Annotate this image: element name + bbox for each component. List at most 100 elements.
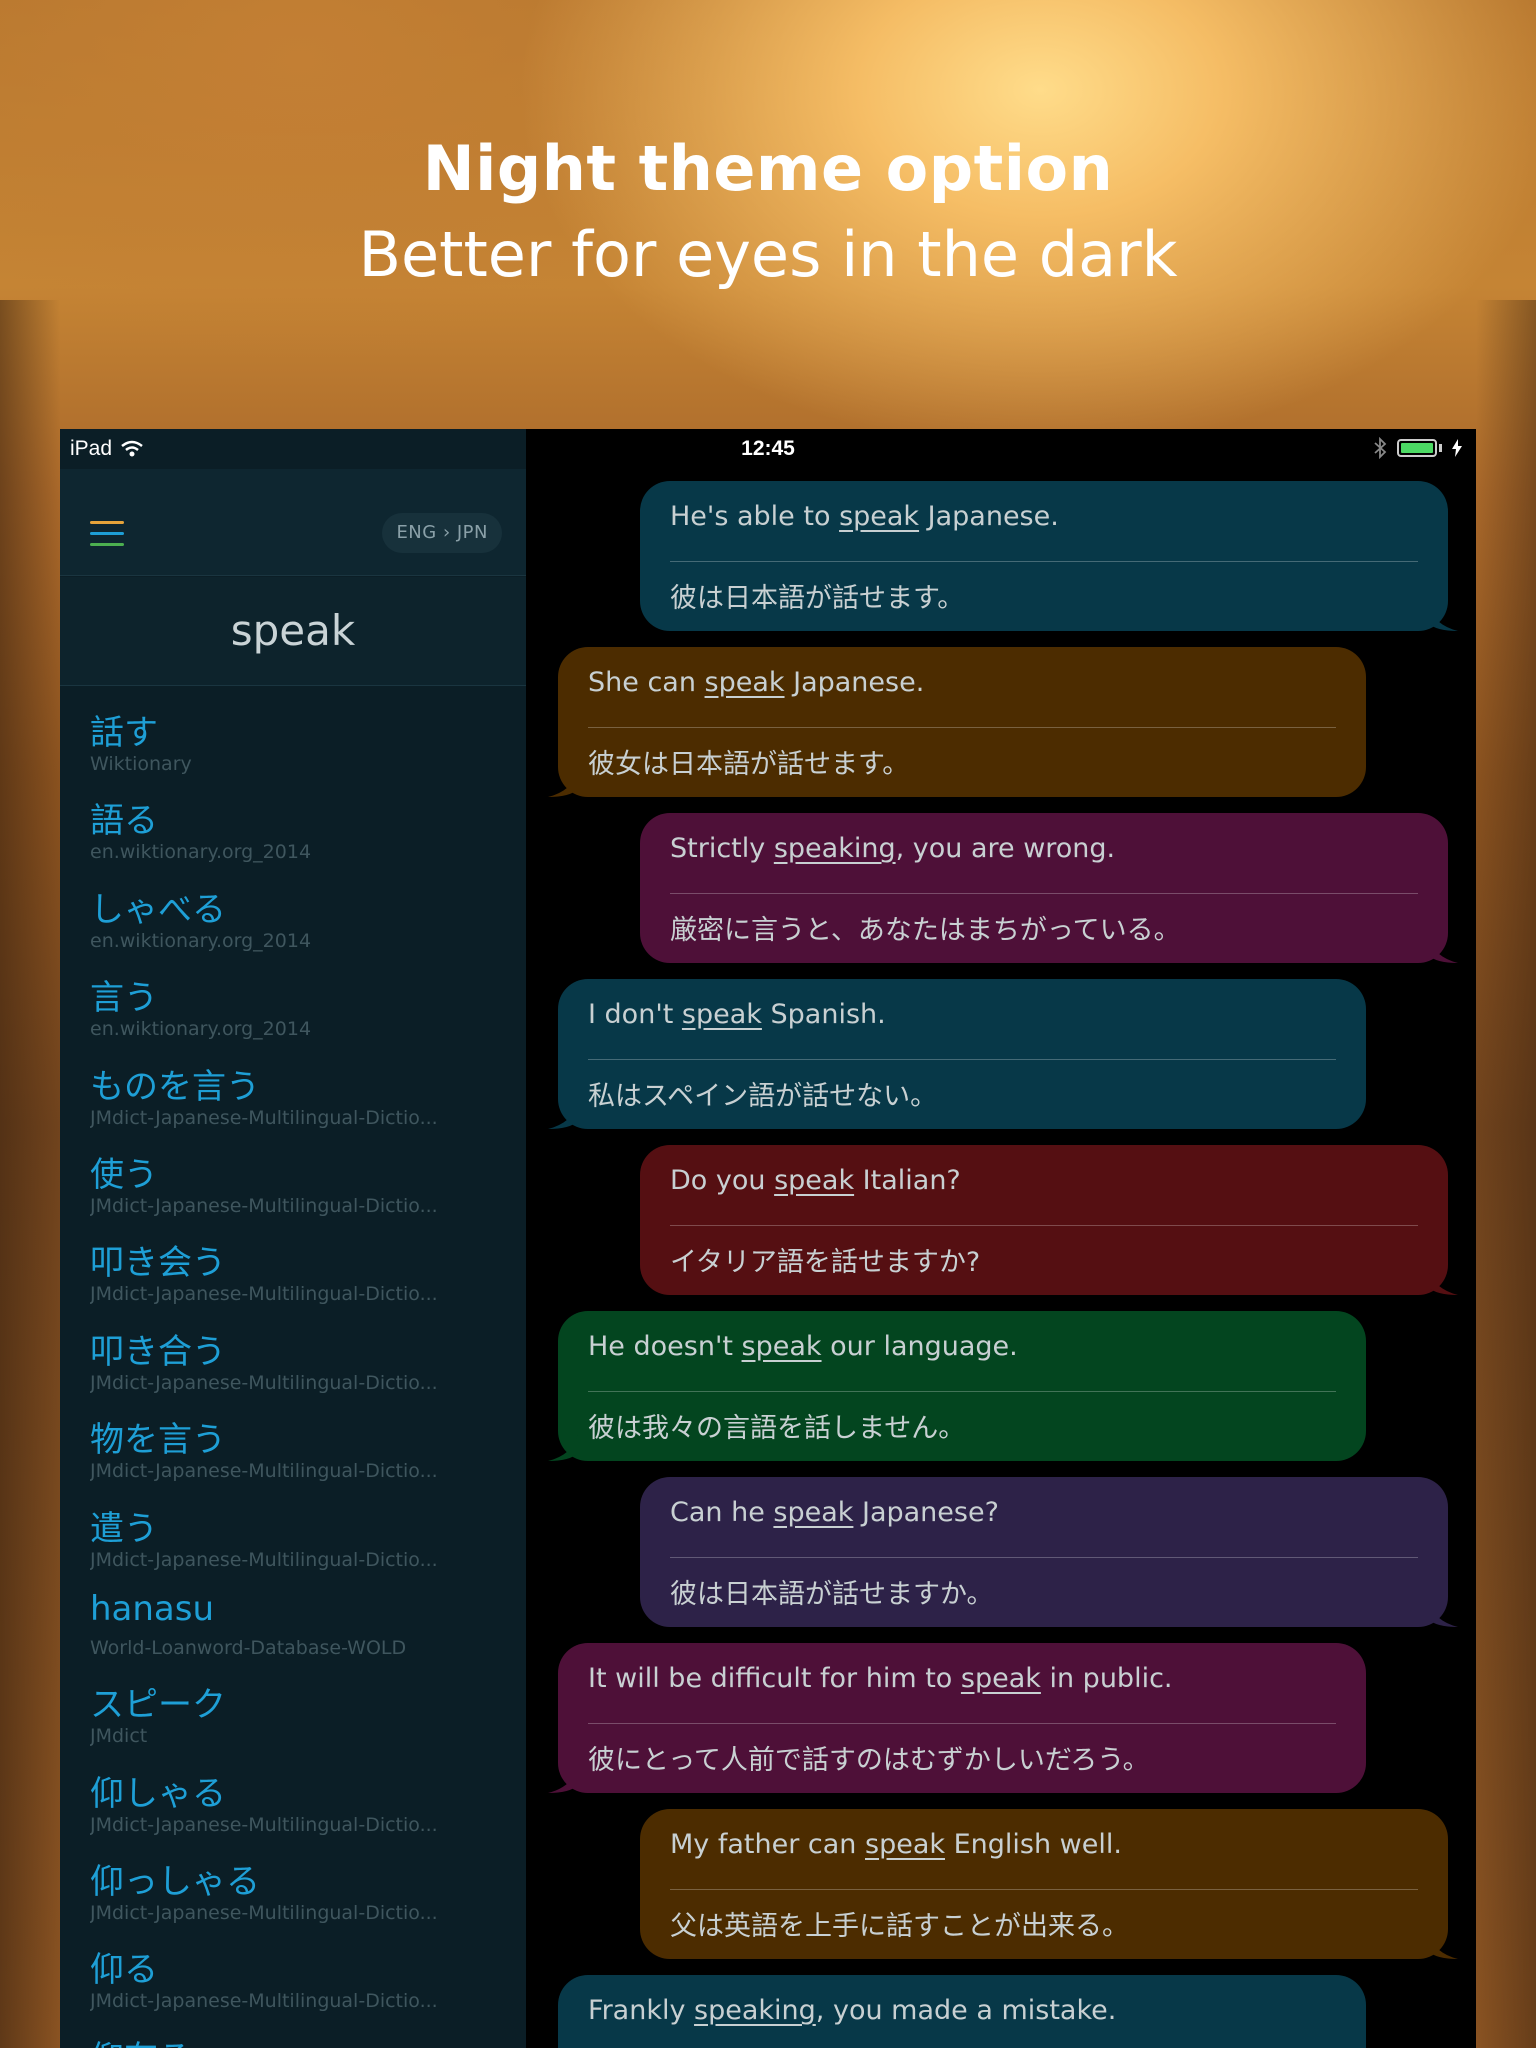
- result-term: ものを言う: [90, 1066, 260, 1107]
- example-bubble[interactable]: It will be difficult for him to speak in…: [548, 1643, 1366, 1793]
- result-term: スピーク: [90, 1685, 226, 1726]
- example-divider: [588, 1723, 1336, 1724]
- result-item[interactable]: 言う en.wiktionary.org_2014: [90, 946, 510, 1040]
- example-bubble[interactable]: He's able to speak Japanese. 彼は日本語が話せます。: [640, 481, 1458, 631]
- background-edge-left: [0, 300, 60, 2048]
- result-term: 話す: [90, 713, 158, 753]
- example-divider: [670, 561, 1418, 562]
- example-japanese: 彼は我々の言語を話しません。: [588, 1413, 966, 1444]
- bubble-tail: [548, 771, 578, 797]
- example-japanese: 私はスペイン語が話せない。: [588, 1081, 938, 1112]
- result-item[interactable]: 語る en.wiktionary.org_2014: [90, 769, 510, 863]
- menu-line-blue: [90, 532, 124, 535]
- example-english: She can speak Japanese.: [588, 667, 925, 698]
- example-bubble[interactable]: He doesn't speak our language. 彼は我々の言語を話し…: [548, 1311, 1366, 1461]
- example-english: It will be difficult for him to speak in…: [588, 1663, 1173, 1694]
- result-term: 仰しゃる: [90, 1773, 226, 1814]
- example-english: Frankly speaking, you made a mistake.: [588, 1995, 1117, 2026]
- bluetooth-icon: [1374, 437, 1387, 459]
- bubble-tail: [1428, 1933, 1458, 1959]
- example-bubble[interactable]: Strictly speaking, you are wrong. 厳密に言うと、…: [640, 813, 1458, 963]
- result-term: 仰有る: [90, 2031, 192, 2048]
- promo-headline: Night theme option: [422, 132, 1114, 205]
- example-bubble[interactable]: She can speak Japanese. 彼女は日本語が話せます。: [548, 647, 1366, 797]
- result-item[interactable]: 使う JMdict-Japanese-Multilingual-Dictio...: [90, 1123, 510, 1217]
- example-japanese: イタリア語を話せますか?: [670, 1247, 981, 1278]
- example-keyword: speak: [741, 1331, 822, 1362]
- bubble-tail: [548, 1767, 578, 1793]
- result-term: 仰っしゃる: [90, 1862, 260, 1903]
- example-english: Can he speak Japanese?: [670, 1497, 999, 1528]
- bubble-tail: [1428, 1269, 1458, 1295]
- ipad-screen: ENG › JPN speak 話す Wiktionary 語る en.wiktion…: [60, 429, 1476, 2048]
- example-bubble[interactable]: Do you speak Italian? イタリア語を話せますか?: [640, 1145, 1458, 1295]
- example-japanese: 厳密に言うと、あなたはまちがっている。: [670, 915, 1181, 946]
- example-keyword: speaking: [773, 833, 896, 864]
- search-term[interactable]: speak: [60, 577, 526, 686]
- result-item[interactable]: hanasu World-Loanword-Database-WOLD: [90, 1565, 510, 1659]
- status-right: [1373, 437, 1462, 459]
- example-english: My father can speak English well.: [670, 1829, 1122, 1860]
- status-bar: iPad 12:45: [60, 429, 1476, 469]
- result-item[interactable]: 物を言う JMdict-Japanese-Multilingual-Dictio.…: [90, 1388, 510, 1482]
- example-japanese: 彼は日本語が話せますか。: [670, 1579, 994, 1610]
- example-english: He's able to speak Japanese.: [670, 501, 1059, 532]
- example-japanese: 彼女は日本語が話せます。: [588, 749, 910, 780]
- result-item[interactable]: 仰有る: [90, 2007, 510, 2048]
- bubble-tail: [1428, 605, 1458, 631]
- example-english: He doesn't speak our language.: [588, 1331, 1018, 1362]
- example-keyword: speak: [960, 1663, 1041, 1694]
- example-english: Do you speak Italian?: [670, 1165, 961, 1196]
- example-bubble[interactable]: My father can speak English well. 父は英語を上手…: [640, 1809, 1458, 1959]
- example-bubble[interactable]: I don't speak Spanish. 私はスペイン語が話せない。: [548, 979, 1366, 1129]
- result-item[interactable]: 遣う JMdict-Japanese-Multilingual-Dictio...: [90, 1477, 510, 1571]
- result-item[interactable]: ものを言う JMdict-Japanese-Multilingual-Dictio…: [90, 1035, 510, 1129]
- result-item[interactable]: 叩き会う JMdict-Japanese-Multilingual-Dictio.…: [90, 1211, 510, 1305]
- result-item[interactable]: 叩き合う JMdict-Japanese-Multilingual-Dictio.…: [90, 1300, 510, 1394]
- language-pair-button[interactable]: ENG › JPN: [382, 513, 502, 553]
- example-bubble[interactable]: Frankly speaking, you made a mistake.: [558, 1975, 1366, 2048]
- result-item[interactable]: しゃべる en.wiktionary.org_2014: [90, 858, 510, 952]
- example-keyword: speak: [704, 667, 785, 698]
- result-term: 叩き会う: [90, 1243, 226, 1284]
- result-term: 語る: [90, 801, 158, 842]
- example-divider: [588, 727, 1336, 728]
- sidebar: ENG › JPN speak 話す Wiktionary 語る en.wiktion…: [60, 429, 526, 2048]
- battery-tip: [1439, 444, 1442, 452]
- example-english: I don't speak Spanish.: [588, 999, 886, 1030]
- result-term: 物を言う: [90, 1420, 226, 1461]
- result-term: 仰る: [90, 1950, 158, 1991]
- menu-line-green: [90, 543, 124, 546]
- menu-icon[interactable]: [90, 521, 124, 549]
- charging-bolt-icon: [1452, 439, 1462, 457]
- example-japanese: 彼にとって人前で話すのはむずかしいだろう。: [588, 1745, 1150, 1776]
- promo-subline: Better for eyes in the dark: [358, 218, 1178, 291]
- example-keyword: speak: [773, 1497, 854, 1528]
- bubble-tail: [548, 1103, 578, 1129]
- battery-icon: [1397, 439, 1437, 457]
- example-keyword: speak: [774, 1165, 855, 1196]
- result-item[interactable]: 仰っしゃる JMdict-Japanese-Multilingual-Dictio…: [90, 1830, 510, 1924]
- result-term: hanasu: [90, 1588, 215, 1629]
- bubble-tail: [1428, 937, 1458, 963]
- result-term: 使う: [90, 1154, 158, 1195]
- sidebar-header: ENG › JPN: [60, 469, 526, 576]
- result-term: 言う: [90, 978, 158, 1019]
- bubble-tail: [548, 1435, 578, 1461]
- example-keyword: speaking: [694, 1995, 816, 2026]
- example-divider: [670, 1225, 1418, 1226]
- example-divider: [588, 1391, 1336, 1392]
- result-term: しゃべる: [90, 889, 226, 930]
- example-english: Strictly speaking, you are wrong.: [670, 833, 1116, 864]
- example-divider: [588, 1059, 1336, 1060]
- example-bubble[interactable]: Can he speak Japanese? 彼は日本語が話せますか。: [640, 1477, 1458, 1627]
- example-divider: [670, 893, 1418, 894]
- result-item[interactable]: スピーク JMdict: [90, 1653, 510, 1747]
- status-time: 12:45: [741, 437, 795, 460]
- result-item[interactable]: 話す Wiktionary: [90, 681, 510, 775]
- example-divider: [670, 1889, 1418, 1890]
- bubble-tail: [1428, 1601, 1458, 1627]
- background-edge-right: [1476, 300, 1536, 2048]
- result-item[interactable]: 仰る JMdict-Japanese-Multilingual-Dictio...: [90, 1918, 510, 2012]
- result-item[interactable]: 仰しゃる JMdict-Japanese-Multilingual-Dictio.…: [90, 1742, 510, 1836]
